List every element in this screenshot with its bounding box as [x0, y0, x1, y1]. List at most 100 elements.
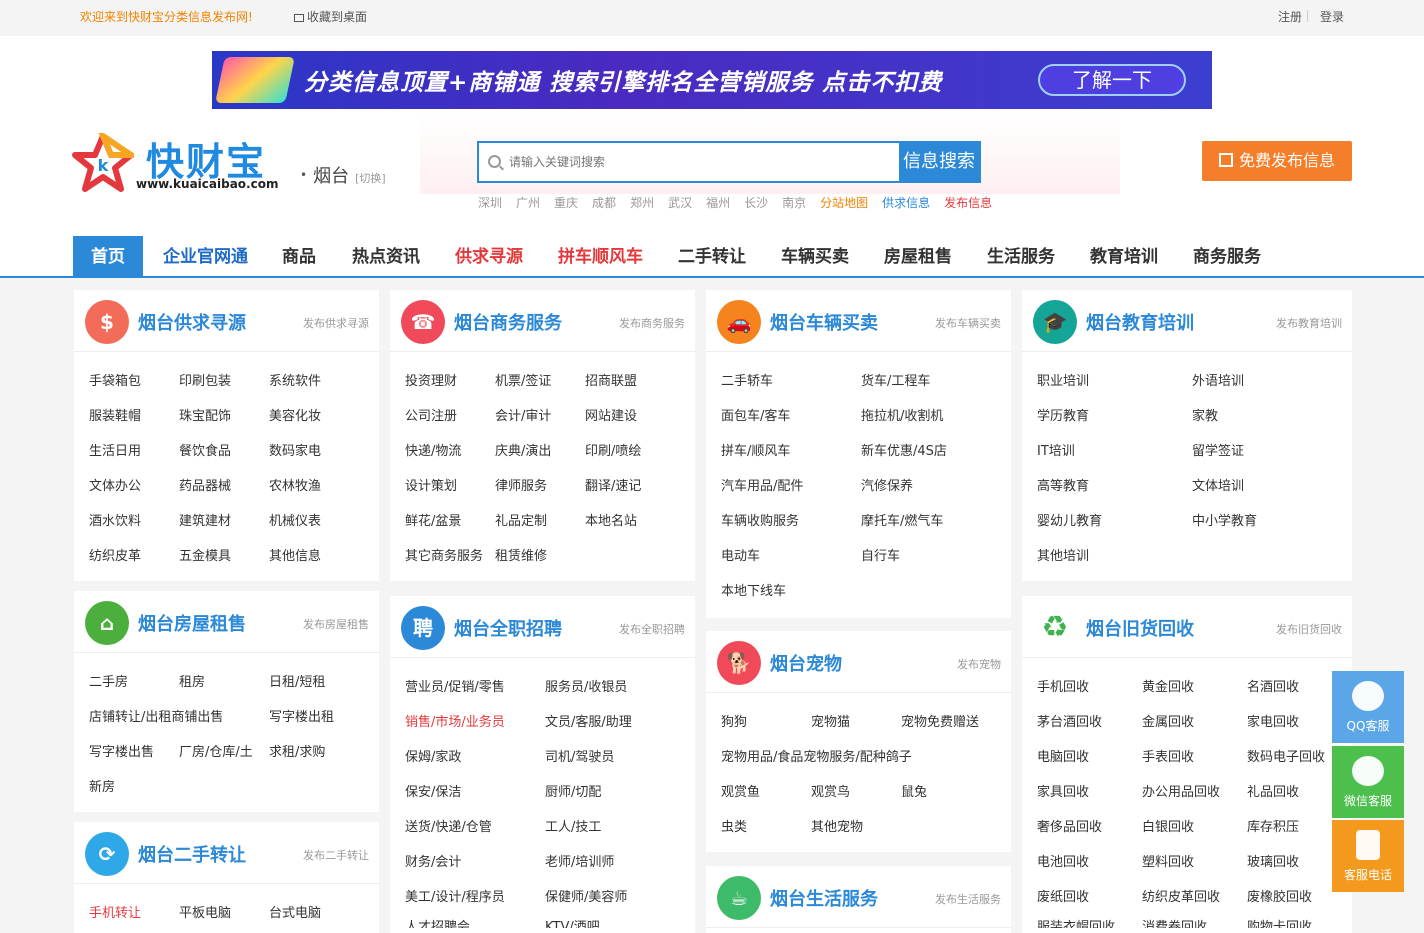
- category-link[interactable]: 奢侈品回收: [1037, 816, 1102, 835]
- category-link[interactable]: 送货/快递/仓管: [405, 816, 492, 835]
- category-link[interactable]: 家电回收: [1247, 711, 1299, 730]
- category-link[interactable]: 留学签证: [1192, 440, 1244, 459]
- category-link[interactable]: 废纸回收: [1037, 886, 1089, 905]
- nav-life-services[interactable]: 生活服务: [987, 236, 1055, 276]
- nav-goods[interactable]: 商品: [282, 236, 316, 276]
- nav-housing[interactable]: 房屋租售: [884, 236, 952, 276]
- category-link[interactable]: 律师服务: [495, 475, 547, 494]
- category-link[interactable]: 金属回收: [1142, 711, 1194, 730]
- category-link[interactable]: 其他培训: [1037, 545, 1089, 564]
- card-publish-link[interactable]: 发布教育培训: [1276, 315, 1342, 331]
- category-link[interactable]: 求租/求购: [269, 741, 325, 760]
- category-link[interactable]: 新房: [89, 776, 115, 795]
- card-publish-link[interactable]: 发布商务服务: [619, 315, 685, 331]
- category-link[interactable]: 电脑回收: [1037, 746, 1089, 765]
- category-link[interactable]: 塑料回收: [1142, 851, 1194, 870]
- nav-business[interactable]: 商务服务: [1193, 236, 1261, 276]
- nav-enterprise[interactable]: 企业官网通: [163, 236, 248, 276]
- category-link[interactable]: 美工/设计/程序员: [405, 886, 505, 905]
- category-link[interactable]: 宠物用品/食品宠物服务/配种鸽子: [721, 746, 912, 765]
- category-link[interactable]: 鲜花/盆景: [405, 510, 461, 529]
- category-link[interactable]: 印刷/喷绘: [585, 440, 641, 459]
- category-link[interactable]: 其他宠物: [811, 816, 863, 835]
- register-link[interactable]: 注册: [1278, 8, 1302, 25]
- category-link[interactable]: 美容化妆: [269, 405, 321, 424]
- post-info-link[interactable]: 发布信息: [944, 196, 992, 210]
- nav-secondhand[interactable]: 二手转让: [678, 236, 746, 276]
- category-link[interactable]: 职业培训: [1037, 370, 1089, 389]
- search-input[interactable]: [509, 143, 899, 181]
- category-link[interactable]: 面包车/客车: [721, 405, 790, 424]
- nav-home[interactable]: 首页: [73, 236, 143, 276]
- nav-news[interactable]: 热点资讯: [352, 236, 420, 276]
- category-link[interactable]: 汽修保养: [861, 475, 913, 494]
- category-link[interactable]: 手机转让: [89, 902, 141, 921]
- card-publish-link[interactable]: 发布房屋租售: [303, 616, 369, 632]
- free-publish-button[interactable]: 免费发布信息: [1202, 141, 1352, 181]
- category-link[interactable]: 招商联盟: [585, 370, 637, 389]
- category-link[interactable]: 拖拉机/收割机: [861, 405, 943, 424]
- card-publish-link[interactable]: 发布全职招聘: [619, 621, 685, 637]
- category-link[interactable]: 平板电脑: [179, 902, 231, 921]
- category-link[interactable]: 汽车用品/配件: [721, 475, 803, 494]
- category-link[interactable]: 建筑建材: [179, 510, 231, 529]
- category-link[interactable]: 黄金回收: [1142, 676, 1194, 695]
- category-link[interactable]: 摩托车/燃气车: [861, 510, 943, 529]
- category-link[interactable]: 观赏鱼: [721, 781, 760, 800]
- category-link[interactable]: 茅台酒回收: [1037, 711, 1102, 730]
- category-link[interactable]: 购物卡回收: [1247, 916, 1312, 928]
- hot-city-link[interactable]: 重庆: [554, 196, 578, 210]
- nav-education[interactable]: 教育培训: [1090, 236, 1158, 276]
- hot-city-link[interactable]: 深圳: [478, 196, 502, 210]
- category-link[interactable]: 观赏鸟: [811, 781, 850, 800]
- category-link[interactable]: 自行车: [861, 545, 900, 564]
- nav-supply[interactable]: 供求寻源: [455, 236, 523, 276]
- category-link[interactable]: 农林牧渔: [269, 475, 321, 494]
- category-link[interactable]: 老师/培训师: [545, 851, 614, 870]
- qq-service-button[interactable]: QQ客服: [1332, 671, 1404, 743]
- category-link[interactable]: 翻译/速记: [585, 475, 641, 494]
- category-link[interactable]: 中小学教育: [1192, 510, 1257, 529]
- category-link[interactable]: KTV/酒吧: [545, 916, 600, 928]
- category-link[interactable]: 文体办公: [89, 475, 141, 494]
- category-link[interactable]: 消费卷回收: [1142, 916, 1207, 928]
- category-link[interactable]: 高等教育: [1037, 475, 1089, 494]
- category-link[interactable]: 家具回收: [1037, 781, 1089, 800]
- category-link[interactable]: 外语培训: [1192, 370, 1244, 389]
- category-link[interactable]: 网站建设: [585, 405, 637, 424]
- hot-city-link[interactable]: 成都: [592, 196, 616, 210]
- category-link[interactable]: 二手轿车: [721, 370, 773, 389]
- category-link[interactable]: 车辆收购服务: [721, 510, 799, 529]
- category-link[interactable]: 狗狗: [721, 711, 747, 730]
- category-link[interactable]: 财务/会计: [405, 851, 461, 870]
- category-link[interactable]: 本地名站: [585, 510, 637, 529]
- category-link[interactable]: 司机/驾驶员: [545, 746, 614, 765]
- category-link[interactable]: 数码家电: [269, 440, 321, 459]
- category-link[interactable]: 其他信息: [269, 545, 321, 564]
- category-link[interactable]: 货车/工程车: [861, 370, 930, 389]
- category-link[interactable]: 库存积压: [1247, 816, 1299, 835]
- banner-learn-more-button[interactable]: 了解一下: [1038, 64, 1186, 96]
- card-publish-link[interactable]: 发布车辆买卖: [935, 315, 1001, 331]
- supply-info-link[interactable]: 供求信息: [882, 196, 930, 210]
- hot-city-link[interactable]: 广州: [516, 196, 540, 210]
- category-link[interactable]: 名酒回收: [1247, 676, 1299, 695]
- favorite-link[interactable]: 收藏到桌面: [294, 8, 367, 25]
- category-link[interactable]: 废橡胶回收: [1247, 886, 1312, 905]
- hot-city-link[interactable]: 福州: [706, 196, 730, 210]
- category-link[interactable]: 手袋箱包: [89, 370, 141, 389]
- category-link[interactable]: 写字楼出售: [89, 741, 154, 760]
- category-link[interactable]: 酒水饮料: [89, 510, 141, 529]
- category-link[interactable]: 礼品定制: [495, 510, 547, 529]
- category-link[interactable]: 快递/物流: [405, 440, 461, 459]
- category-link[interactable]: 人才招聘会: [405, 916, 470, 928]
- category-link[interactable]: 白银回收: [1142, 816, 1194, 835]
- category-link[interactable]: 机票/签证: [495, 370, 551, 389]
- category-link[interactable]: 租赁维修: [495, 545, 547, 564]
- category-link[interactable]: 厂房/仓库/土: [179, 741, 253, 760]
- category-link[interactable]: 厨师/切配: [545, 781, 601, 800]
- category-link[interactable]: 设计策划: [405, 475, 457, 494]
- category-link[interactable]: 保健师/美容师: [545, 886, 627, 905]
- category-link[interactable]: 办公用品回收: [1142, 781, 1220, 800]
- login-link[interactable]: 登录: [1320, 8, 1344, 25]
